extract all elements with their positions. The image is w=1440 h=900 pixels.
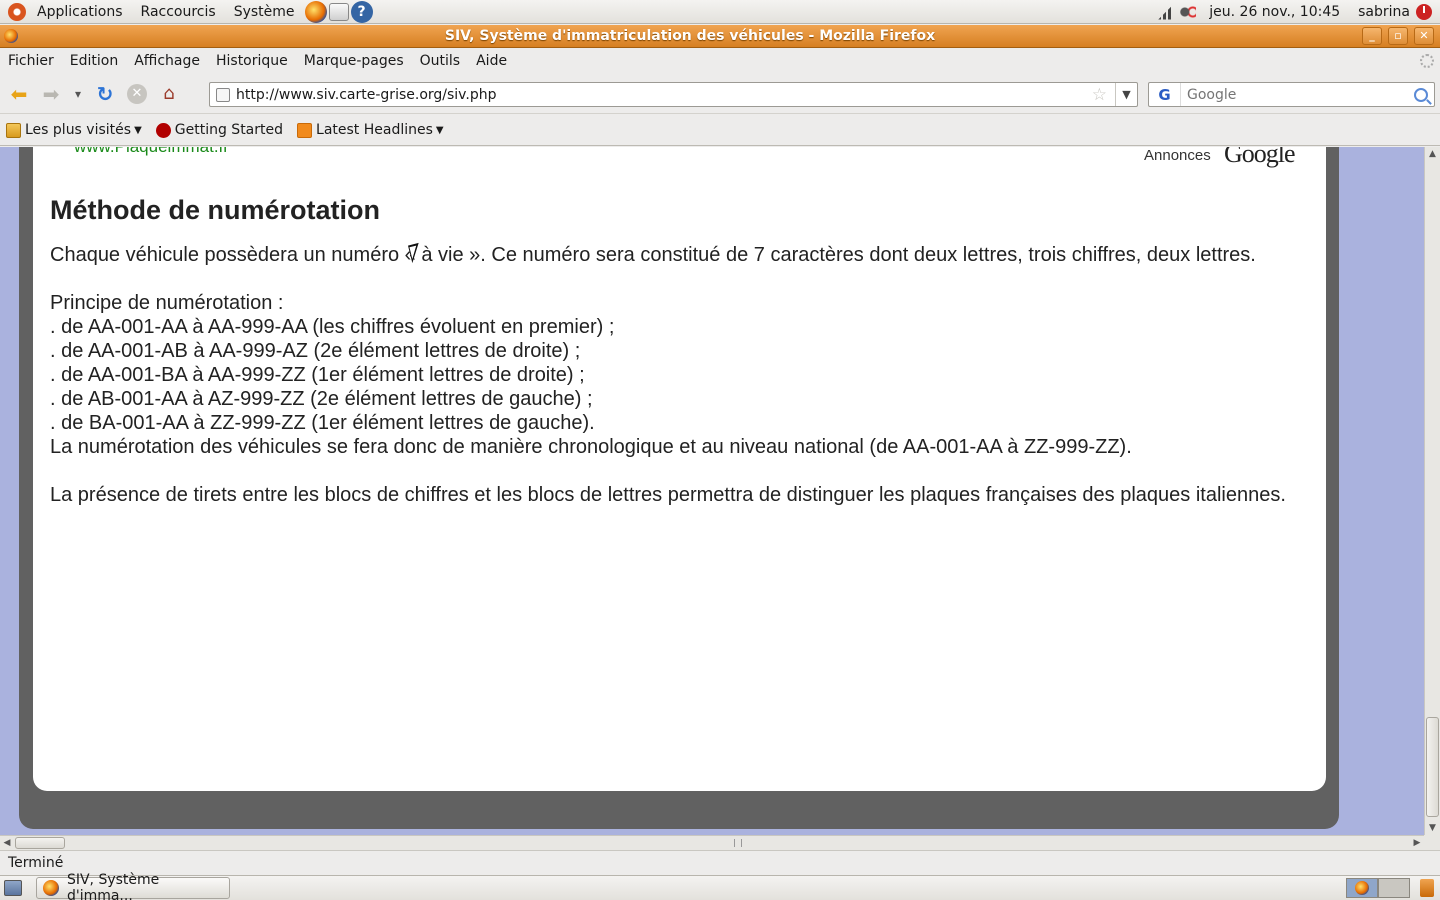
scroll-grip-icon [734, 839, 742, 847]
bookmark-label: Latest Headlines [316, 122, 433, 138]
menu-historique[interactable]: Historique [208, 49, 296, 73]
panel-clock[interactable]: jeu. 26 nov., 10:45 [1199, 4, 1350, 20]
rule-line: . de AA-001-BA à AA-999-ZZ (1er élément … [50, 364, 585, 386]
forward-arrow-icon[interactable]: ➡ [38, 81, 64, 107]
folder-icon [6, 122, 21, 138]
principle-heading: Principe de numérotation : [50, 292, 284, 314]
chevron-down-icon: ▼ [435, 124, 444, 136]
bookmark-label: Getting Started [174, 122, 284, 138]
search-box[interactable]: G [1148, 82, 1435, 107]
gnome-top-panel: Applications Raccourcis Système ? jeu. 2… [0, 0, 1440, 24]
scrollbar-corner [1424, 835, 1440, 850]
firefox-icon [1355, 881, 1369, 895]
user-switcher[interactable]: sabrina [1350, 4, 1412, 20]
ubuntu-logo-icon[interactable] [8, 2, 26, 21]
search-input[interactable] [1181, 86, 1414, 103]
navigation-toolbar: ⬅ ➡ ▾ ↻ ✕ ⌂ http://www.siv.carte-grise.o… [0, 74, 1440, 114]
workspace-1[interactable] [1346, 878, 1378, 898]
taskbar-firefox-window[interactable]: SIV, Système d'imma... [36, 872, 230, 900]
vertical-scroll-thumb[interactable] [1426, 717, 1439, 817]
url-text[interactable]: http://www.siv.carte-grise.org/siv.php [236, 87, 1092, 103]
search-magnifier-icon[interactable] [1414, 87, 1428, 102]
page-viewport[interactable]: www.Plaqueimmat.fr Annonces Google Métho… [0, 147, 1424, 835]
url-history-dropdown[interactable]: ▼ [1115, 83, 1137, 106]
chevron-down-icon: ▼ [134, 124, 142, 136]
contact-link[interactable]: Contact [0, 649, 1382, 672]
firefox-launcher-icon[interactable] [304, 0, 327, 23]
history-dropdown-icon[interactable]: ▾ [70, 81, 86, 107]
firefox-menubar: Fichier Edition Affichage Historique Mar… [0, 49, 1440, 73]
volume-muted-icon[interactable] [1180, 3, 1197, 20]
intro-paragraph: Chaque véhicule possèdera un numéro « à … [50, 244, 1256, 266]
vertical-scrollbar[interactable]: ▲ ▼ [1424, 147, 1440, 835]
status-text: Terminé [8, 854, 64, 871]
firefox-window-icon[interactable] [4, 29, 18, 43]
scroll-right-arrow-icon[interactable]: ▶ [1410, 836, 1424, 850]
horizontal-scroll-thumb[interactable] [15, 837, 65, 849]
maximize-button[interactable]: ▫ [1388, 27, 1408, 45]
ads-label[interactable]: Annonces [1144, 147, 1211, 164]
site-identity-icon[interactable] [216, 87, 230, 102]
bookmarks-toolbar: Les plus visités ▼ Getting Started Lates… [0, 115, 1440, 146]
menu-applications[interactable]: Applications [28, 0, 132, 24]
status-bar: Terminé [0, 850, 1440, 874]
fedora-hat-icon [155, 122, 171, 138]
stop-button[interactable]: ✕ [124, 81, 150, 107]
minimize-button[interactable]: _ [1362, 27, 1382, 45]
power-icon[interactable] [1416, 3, 1432, 20]
scroll-up-arrow-icon[interactable]: ▲ [1425, 147, 1440, 161]
stop-icon: ✕ [127, 83, 147, 104]
bookmark-latest-headlines[interactable]: Latest Headlines ▼ [297, 122, 452, 138]
scroll-left-arrow-icon[interactable]: ◀ [0, 836, 14, 850]
panel-tray: jeu. 26 nov., 10:45 sabrina [1155, 0, 1440, 24]
url-bar[interactable]: http://www.siv.carte-grise.org/siv.php ☆… [209, 82, 1138, 107]
home-icon[interactable]: ⌂ [156, 81, 182, 107]
reload-icon[interactable]: ↻ [92, 81, 118, 107]
menu-fichier[interactable]: Fichier [0, 49, 62, 73]
workspace-switcher[interactable] [1346, 878, 1410, 898]
rule-line: . de BA-001-AA à ZZ-999-ZZ (1er élément … [50, 412, 595, 434]
window-title: SIV, Système d'immatriculation des véhic… [444, 28, 936, 44]
scroll-down-arrow-icon[interactable]: ▼ [1425, 821, 1440, 835]
bookmark-getting-started[interactable]: Getting Started [155, 122, 291, 138]
window-titlebar[interactable]: SIV, Système d'immatriculation des véhic… [0, 25, 1440, 48]
horizontal-scrollbar[interactable]: ◀ ▶ [0, 835, 1424, 850]
rule-line: . de AA-001-AB à AA-999-AZ (2e élément l… [50, 340, 581, 362]
network-signal-icon[interactable] [1158, 3, 1175, 20]
menu-edition[interactable]: Edition [62, 49, 126, 73]
menu-raccourcis[interactable]: Raccourcis [132, 0, 225, 24]
section-title: Méthode de numérotation [50, 195, 380, 225]
bookmark-label: Les plus visités [25, 122, 132, 138]
throbber-icon [1420, 54, 1434, 68]
plaqueimmat-link[interactable]: www.Plaqueimmat.fr [74, 147, 229, 157]
menu-systeme[interactable]: Système [225, 0, 304, 24]
help-launcher-icon[interactable]: ? [350, 0, 373, 23]
gnome-bottom-panel: SIV, Système d'imma... [0, 872, 1440, 900]
rule-line: . de AA-001-AA à AA-999-AA (les chiffres… [50, 316, 615, 338]
menu-affichage[interactable]: Affichage [126, 49, 208, 73]
bookmark-star-icon[interactable]: ☆ [1092, 85, 1107, 105]
mail-launcher-icon[interactable] [328, 2, 349, 21]
summary-paragraph: La numérotation des véhicules se fera do… [50, 436, 1132, 458]
menu-aide[interactable]: Aide [468, 49, 515, 73]
close-button[interactable]: ✕ [1414, 27, 1434, 45]
dashes-note-paragraph: La présence de tirets entre les blocs de… [50, 484, 1286, 506]
ads-google-logo[interactable]: Google [1224, 147, 1296, 169]
bookmark-most-visited[interactable]: Les plus visités ▼ [6, 122, 150, 138]
search-engine-google-icon[interactable]: G [1149, 83, 1181, 106]
show-desktop-icon[interactable] [4, 880, 22, 896]
menu-outils[interactable]: Outils [412, 49, 468, 73]
rss-feed-icon [297, 122, 313, 138]
rule-line: . de AB-001-AA à AZ-999-ZZ (2e élément l… [50, 388, 593, 410]
workspace-2[interactable] [1378, 878, 1410, 898]
taskbar-label: SIV, Système d'imma... [66, 872, 160, 900]
firefox-icon [43, 880, 59, 896]
back-arrow-icon[interactable]: ⬅ [6, 81, 32, 107]
menu-marque-pages[interactable]: Marque-pages [296, 49, 412, 73]
trash-icon[interactable] [1420, 879, 1434, 897]
